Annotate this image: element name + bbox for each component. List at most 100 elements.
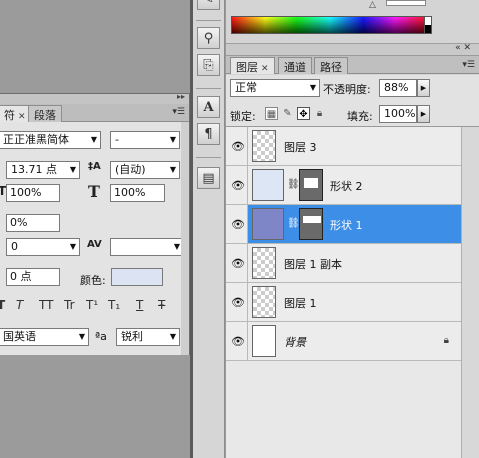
tab-paragraph[interactable]: 段落 xyxy=(28,105,62,122)
tracking-select[interactable]: ▼ xyxy=(110,238,184,256)
dock-paragraph-icon[interactable]: ¶ xyxy=(197,123,220,145)
font-style-select[interactable]: - ▼ xyxy=(110,131,180,149)
layer-thumbnail xyxy=(252,247,276,279)
layer-name: 图层 1 副本 xyxy=(284,258,342,271)
visibility-toggle[interactable]: 👁︎ xyxy=(226,283,248,321)
layer-row[interactable]: 👁︎ ⛓︎ 形状 2 xyxy=(226,166,461,205)
lock-position-icon[interactable]: ✥ xyxy=(297,107,310,120)
panel-header-bar: ▸▸ xyxy=(0,92,189,104)
close-panel-icon[interactable]: « ✕ xyxy=(455,43,471,53)
lock-pixels-icon[interactable]: ✎ xyxy=(281,107,294,120)
dock-divider xyxy=(196,157,221,158)
superscript-button[interactable]: T¹ xyxy=(86,298,98,312)
layer-row[interactable]: 👁︎ 图层 1 xyxy=(226,283,461,322)
visibility-toggle[interactable]: 👁︎ xyxy=(226,322,248,360)
lock-all-icon[interactable]: 🔒︎ xyxy=(313,107,326,120)
layer-thumbnail xyxy=(252,286,276,318)
layer-thumbnail xyxy=(252,130,276,162)
dock-tool-presets-icon[interactable]: ⎘ xyxy=(197,54,220,76)
opacity-label: 不透明度: xyxy=(323,83,371,96)
faux-italic-button[interactable]: T xyxy=(16,298,23,312)
opacity-input[interactable]: 88% xyxy=(379,79,417,97)
tracking-input[interactable]: 0% xyxy=(6,214,60,232)
underline-button[interactable]: T xyxy=(136,298,143,312)
vector-mask-thumbnail[interactable] xyxy=(299,208,323,240)
fill-input[interactable]: 100% xyxy=(379,105,417,123)
visibility-toggle[interactable]: 👁︎ xyxy=(226,127,248,165)
subscript-button[interactable]: T₁ xyxy=(108,298,120,312)
font-family-select[interactable]: 正正准黑简体 ▼ xyxy=(0,131,101,149)
tab-character[interactable]: 符 ✕ xyxy=(0,105,32,122)
panel-menu-icon[interactable]: ▾☰ xyxy=(172,107,185,117)
eye-icon[interactable]: 👁︎ xyxy=(231,296,245,309)
layer-name: 图层 3 xyxy=(284,141,317,154)
layer-row[interactable]: 👁︎ 图层 3 xyxy=(226,127,461,166)
character-panel-scrollbar[interactable] xyxy=(181,122,189,355)
eye-icon[interactable]: 👁︎ xyxy=(231,179,245,192)
slider-triangle-icon[interactable]: △ xyxy=(369,0,376,10)
chevron-down-icon: ▼ xyxy=(69,165,76,174)
eye-icon[interactable]: 👁︎ xyxy=(231,140,245,153)
color-slider-value[interactable] xyxy=(386,0,426,6)
visibility-toggle[interactable]: 👁︎ xyxy=(226,244,248,282)
tab-layers[interactable]: 图层 ✕ xyxy=(230,57,275,74)
font-size-select[interactable]: 13.71 点 ▼ xyxy=(6,161,80,179)
fill-label: 填充: xyxy=(347,110,373,123)
black-white-swatch[interactable] xyxy=(424,16,432,34)
fill-arrow-icon[interactable]: ▶ xyxy=(417,105,430,123)
vertical-scale-input[interactable]: 100% xyxy=(6,184,60,202)
text-color-swatch[interactable] xyxy=(111,268,163,286)
dock-layer-comps-icon[interactable]: ▤ xyxy=(197,167,220,189)
layer-thumbnail xyxy=(252,325,276,357)
layer-row[interactable]: 👁︎ 背景 🔒︎ xyxy=(226,322,461,361)
panel-dock: ✎ ⚲ ⎘ A ¶ ▤ xyxy=(193,0,225,458)
color-label: 颜色: xyxy=(80,274,106,287)
kerning-select[interactable]: 0 ▼ xyxy=(6,238,80,256)
chevron-down-icon: ▼ xyxy=(169,332,176,341)
layer-row-selected[interactable]: 👁︎ ⛓︎ 形状 1 xyxy=(226,205,461,244)
language-select[interactable]: 国英语 ▼ xyxy=(0,328,89,346)
dock-brush-icon[interactable]: ✎ xyxy=(197,0,220,10)
dock-character-icon[interactable]: A xyxy=(197,96,220,118)
chevron-down-icon: ▼ xyxy=(78,332,85,341)
opacity-arrow-icon[interactable]: ▶ xyxy=(417,79,430,97)
layers-scrollbar[interactable] xyxy=(461,127,479,458)
blend-mode-select[interactable]: 正常 ▼ xyxy=(230,79,320,97)
color-spectrum[interactable] xyxy=(231,16,429,34)
collapse-icon[interactable]: ▸▸ xyxy=(177,92,185,101)
antialias-select[interactable]: 锐利 ▼ xyxy=(116,328,180,346)
layer-thumbnail xyxy=(252,169,284,201)
layers-tab-bar: 图层 ✕ 通道 路径 ▾☰ xyxy=(226,56,479,74)
all-caps-button[interactable]: TT xyxy=(39,298,53,312)
vector-mask-thumbnail[interactable] xyxy=(299,169,323,201)
lock-transparency-icon[interactable]: ▦ xyxy=(265,107,278,120)
tab-paths[interactable]: 路径 xyxy=(314,57,348,74)
character-settings: 正正准黑简体 ▼ - ▼ 13.71 点 ▼ ‡A (自动) ▼ T 100% T 10… xyxy=(0,122,189,355)
small-caps-button[interactable]: Tr xyxy=(64,298,75,312)
link-chain-icon[interactable]: ⛓︎ xyxy=(287,218,300,229)
baseline-shift-input[interactable]: 0 点 xyxy=(6,268,60,286)
horizontal-scale-input[interactable]: 100% xyxy=(110,184,165,202)
eye-icon[interactable]: 👁︎ xyxy=(231,218,245,231)
dock-divider xyxy=(196,20,221,21)
visibility-toggle[interactable]: 👁︎ xyxy=(226,166,248,204)
chevron-down-icon: ▼ xyxy=(69,242,76,251)
visibility-toggle[interactable]: 👁︎ xyxy=(226,205,248,243)
layer-name: 形状 1 xyxy=(330,219,363,232)
tab-channels[interactable]: 通道 xyxy=(278,57,312,74)
eye-icon[interactable]: 👁︎ xyxy=(231,335,245,348)
dock-clone-source-icon[interactable]: ⚲ xyxy=(197,27,220,49)
close-icon[interactable]: ✕ xyxy=(18,112,26,122)
close-icon[interactable]: ✕ xyxy=(261,64,269,74)
panel-menu-icon[interactable]: ▾☰ xyxy=(462,60,475,70)
strikethrough-button[interactable]: Ŧ xyxy=(158,298,165,312)
leading-select[interactable]: (自动) ▼ xyxy=(110,161,180,179)
chevron-down-icon: ▼ xyxy=(309,83,316,92)
eye-icon[interactable]: 👁︎ xyxy=(231,257,245,270)
color-panel: △ xyxy=(226,0,479,44)
chevron-down-icon: ▼ xyxy=(90,135,97,144)
layer-row[interactable]: 👁︎ 图层 1 副本 xyxy=(226,244,461,283)
faux-bold-button[interactable]: T xyxy=(0,298,5,312)
link-chain-icon[interactable]: ⛓︎ xyxy=(287,179,300,190)
chevron-down-icon: ▼ xyxy=(169,165,176,174)
